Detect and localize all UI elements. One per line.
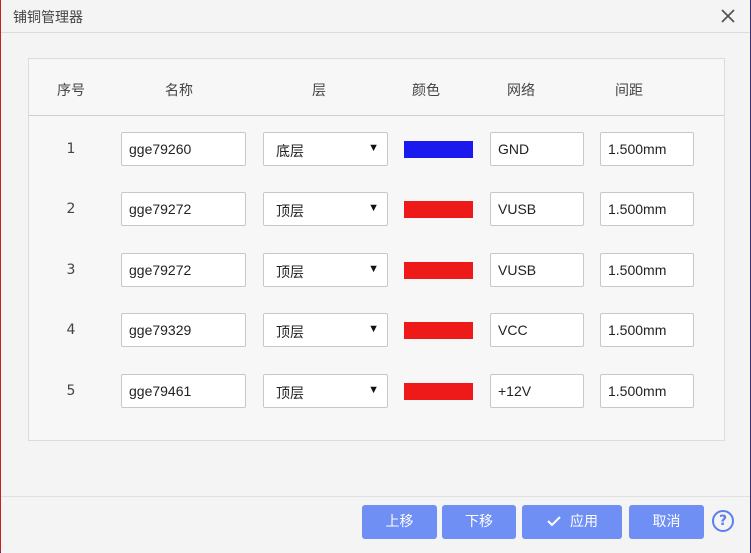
apply-label: 应用 [570,514,598,530]
table-row: 3 gge79272 顶层 ▼ VUSB 1.500mm [29,253,724,289]
dropdown-arrow-icon: ▼ [368,323,379,335]
move-up-button[interactable]: 上移 [362,505,437,539]
header-divider [29,115,724,116]
layer-select[interactable]: 顶层 ▼ [263,253,388,287]
clearance-field[interactable]: 1.500mm [600,132,694,166]
table-row: 5 gge79461 顶层 ▼ +12V 1.500mm [29,374,724,410]
cancel-button[interactable]: 取消 [629,505,704,539]
name-field[interactable]: gge79329 [121,313,246,347]
copper-pour-table: 序号 名称 层 颜色 网络 间距 1 gge79260 底层 ▼ GND 1.5… [28,58,725,441]
name-field[interactable]: gge79461 [121,374,246,408]
header-net: 网络 [507,83,535,99]
net-field[interactable]: VCC [490,313,584,347]
layer-select[interactable]: 顶层 ▼ [263,313,388,347]
header-color: 颜色 [412,83,440,99]
check-icon [547,516,561,527]
clearance-field[interactable]: 1.500mm [600,374,694,408]
net-field[interactable]: VUSB [490,253,584,287]
layer-select-value: 底层 [276,143,304,159]
row-index: 3 [66,262,76,278]
row-index: 2 [66,201,76,217]
move-down-button[interactable]: 下移 [442,505,516,539]
row-index: 5 [66,383,76,399]
dialog-title: 铺铜管理器 [13,10,83,26]
name-field[interactable]: gge79260 [121,132,246,166]
table-row: 4 gge79329 顶层 ▼ VCC 1.500mm [29,313,724,349]
net-field[interactable]: VUSB [490,192,584,226]
dropdown-arrow-icon: ▼ [368,202,379,214]
row-index: 1 [66,141,76,157]
clearance-field[interactable]: 1.500mm [600,313,694,347]
header-name: 名称 [165,83,193,99]
layer-select-value: 顶层 [276,264,304,280]
cancel-label: 取消 [652,514,681,530]
apply-button[interactable]: 应用 [522,505,622,539]
help-icon[interactable]: ? [712,510,734,532]
name-field[interactable]: gge79272 [121,192,246,226]
color-swatch[interactable] [404,141,473,158]
color-swatch[interactable] [404,322,473,339]
net-field[interactable]: GND [490,132,584,166]
layer-select[interactable]: 顶层 ▼ [263,374,388,408]
dialog-footer: 上移 下移 应用 取消 ? [1,496,750,553]
layer-select[interactable]: 底层 ▼ [263,132,388,166]
move-down-label: 下移 [465,514,493,530]
color-swatch[interactable] [404,201,473,218]
header-index: 序号 [57,83,85,99]
layer-select-value: 顶层 [276,385,304,401]
header-clearance: 间距 [615,83,643,99]
color-swatch[interactable] [404,262,473,279]
table-row: 2 gge79272 顶层 ▼ VUSB 1.500mm [29,192,724,228]
name-field[interactable]: gge79272 [121,253,246,287]
move-up-label: 上移 [385,514,414,530]
table-row: 1 gge79260 底层 ▼ GND 1.500mm [29,132,724,168]
net-field[interactable]: +12V [490,374,584,408]
dropdown-arrow-icon: ▼ [368,263,379,275]
clearance-field[interactable]: 1.500mm [600,253,694,287]
dropdown-arrow-icon: ▼ [368,384,379,396]
color-swatch[interactable] [404,383,473,400]
close-icon[interactable] [718,6,738,26]
copper-pour-manager-dialog: 铺铜管理器 序号 名称 层 颜色 网络 间距 1 gge79260 底层 ▼ G… [1,0,750,553]
title-bar: 铺铜管理器 [1,0,750,33]
layer-select-value: 顶层 [276,203,304,219]
dropdown-arrow-icon: ▼ [368,142,379,154]
layer-select[interactable]: 顶层 ▼ [263,192,388,226]
header-layer: 层 [312,83,326,99]
row-index: 4 [66,322,76,338]
layer-select-value: 顶层 [276,324,304,340]
clearance-field[interactable]: 1.500mm [600,192,694,226]
